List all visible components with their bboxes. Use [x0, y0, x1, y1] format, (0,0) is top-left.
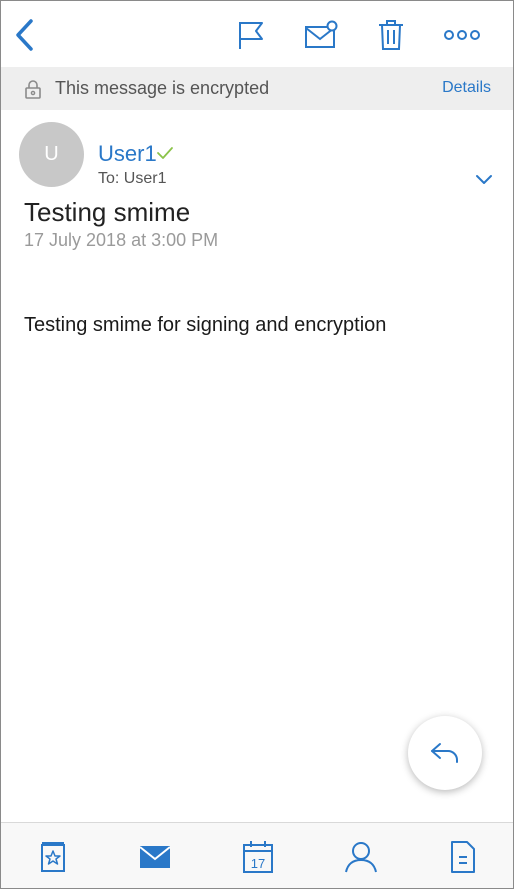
- message-body: Testing smime for signing and encryption: [24, 314, 387, 336]
- tab-favorites[interactable]: [33, 839, 73, 875]
- mail-unread-icon: [305, 20, 338, 48]
- back-button[interactable]: [7, 15, 41, 55]
- email-viewer-screen: This message is encrypted Details U User…: [0, 0, 514, 889]
- document-icon: [451, 841, 475, 873]
- recipient-line: To: User1: [98, 170, 167, 187]
- tab-people[interactable]: [341, 839, 381, 875]
- message-date: 17 July 2018 at 3:00 PM: [24, 230, 219, 250]
- message-subject: Testing smime: [24, 197, 191, 227]
- top-toolbar: [1, 1, 513, 67]
- favorites-icon: [41, 842, 65, 872]
- chevron-down-icon[interactable]: [473, 171, 495, 187]
- reply-icon: [431, 743, 458, 763]
- calendar-icon: 17: [243, 841, 273, 873]
- encryption-banner: This message is encrypted Details: [1, 67, 513, 110]
- flag-button[interactable]: [230, 15, 270, 55]
- tab-files[interactable]: [443, 839, 483, 875]
- more-button[interactable]: [441, 15, 483, 55]
- tab-mail[interactable]: [135, 839, 175, 875]
- mail-icon: [139, 846, 171, 868]
- avatar[interactable]: U: [19, 122, 84, 187]
- mark-unread-button[interactable]: [301, 15, 341, 55]
- sender-name[interactable]: User1: [98, 141, 157, 167]
- encryption-status-text: This message is encrypted: [55, 78, 270, 98]
- checkmark-icon: [157, 147, 173, 159]
- tab-calendar[interactable]: 17: [238, 839, 278, 875]
- reply-button[interactable]: [408, 716, 482, 790]
- trash-icon: [379, 20, 403, 50]
- details-link[interactable]: Details: [442, 79, 491, 97]
- chevron-left-icon: [16, 19, 33, 51]
- more-horizontal-icon: [444, 30, 480, 40]
- flag-icon: [239, 22, 263, 49]
- bottom-tab-bar: 17: [1, 822, 513, 888]
- lock-icon: [25, 80, 41, 99]
- person-icon: [345, 842, 377, 873]
- delete-button[interactable]: [371, 15, 411, 55]
- calendar-day-number: 17: [251, 856, 265, 871]
